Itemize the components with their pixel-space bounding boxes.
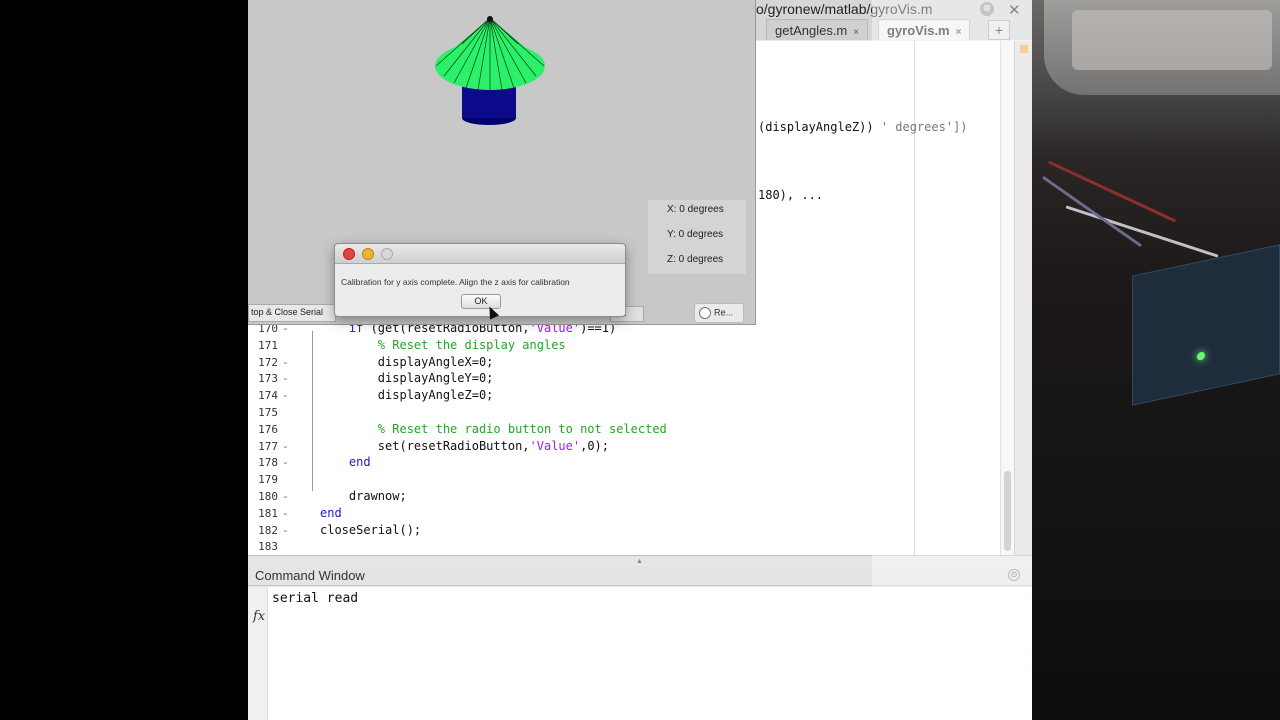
code-line: end [348,455,371,469]
stop-close-serial-button[interactable]: top & Close Serial [248,304,336,322]
line-number: 177 [258,440,278,453]
breakpoint-marker[interactable]: - [282,440,289,453]
z-angle-label: Z: 0 degrees [667,254,724,265]
code-fragment: 180), ... [758,188,824,202]
command-output: serial read [272,591,359,606]
line-number: 181 [258,507,278,520]
file-path: o/gyronew/matlab/gyroVis.m [756,1,933,17]
code-line: displayAngleZ=0; [320,388,494,402]
code-line: displayAngleX=0; [320,355,494,369]
command-window-header: Command Window ⊙ [248,566,1032,586]
breakpoint-marker[interactable]: - [282,456,289,469]
pane-divider[interactable]: ▲ [248,555,1032,565]
calibration-dialog: Calibration for y axis complete. Align t… [334,243,626,317]
arduino-board [1132,244,1280,406]
add-tab-button[interactable]: + [988,20,1010,40]
code-line: end [320,506,342,520]
line-number: 182 [258,524,278,537]
camera-video-feed [1032,0,1280,720]
breakpoint-marker[interactable]: - [282,507,289,520]
breakpoint-marker[interactable]: - [282,524,289,537]
breakpoint-marker[interactable]: - [282,490,289,503]
line-number: 171 [258,339,278,352]
editor-scrollbar[interactable] [1000,41,1014,555]
close-dot-icon[interactable] [343,248,355,260]
dialog-titlebar [335,244,625,264]
tab-label: getAngles.m [775,23,848,38]
line-number: 183 [258,540,278,553]
line-number: 173 [258,372,278,385]
breakpoint-marker[interactable]: - [282,356,289,369]
line-number: 178 [258,456,278,469]
laptop-lid-reflection [1072,10,1272,70]
code-fragment: (displayAngleZ)) ' degrees']) [758,120,968,134]
tab-label: gyroVis.m [887,23,950,38]
breakpoint-marker[interactable]: - [282,372,289,385]
tab-getangles[interactable]: getAngles.m × [766,19,869,40]
line-number: 172 [258,356,278,369]
purple-wire [1041,175,1143,248]
y-angle-label: Y: 0 degrees [667,229,724,240]
zoom-dot-icon[interactable] [381,248,393,260]
code-line: % Reset the radio button to not selected [320,422,667,436]
code-line: closeSerial(); [320,523,422,537]
editor-tabs: getAngles.m × gyroVis.m × + [758,19,1032,41]
window-close-icon[interactable]: ✕ [1008,1,1021,19]
line-number: 174 [258,389,278,402]
reset-radio-button[interactable]: Re... [694,303,744,323]
line-number: 176 [258,423,278,436]
warning-marker-icon[interactable] [1020,45,1028,53]
cone-tip [487,16,493,22]
code-line: drawnow; [320,489,407,503]
command-window-title: Command Window [255,568,365,583]
tab-close-icon[interactable]: × [853,27,859,38]
code-line: set(resetRadioButton,'Value',0); [320,439,609,453]
line-number: 175 [258,406,278,419]
tab-close-icon[interactable]: × [956,27,962,38]
scrollbar-thumb[interactable] [1004,471,1011,551]
radio-label: Re... [714,307,734,318]
x-angle-label: X: 0 degrees [667,204,724,215]
right-margin-line [914,41,915,555]
panel-menu-icon[interactable]: ⊙ [1008,569,1020,581]
editor-side-strip [1014,41,1032,555]
line-number: 180 [258,490,278,503]
radio-circle-icon[interactable] [699,307,711,319]
line-number: 179 [258,473,278,486]
dialog-message: Calibration for y axis complete. Align t… [341,277,570,287]
fx-icon[interactable]: fx [253,609,265,624]
command-window[interactable]: fx serial read [248,587,1032,720]
white-wire [1065,205,1219,258]
board-led [1197,351,1205,361]
path-close-icon[interactable]: ⊗ [980,2,994,16]
breakpoint-marker[interactable]: - [282,389,289,402]
code-line: displayAngleY=0; [320,371,494,385]
minimize-dot-icon[interactable] [362,248,374,260]
command-gutter: fx [248,587,268,720]
code-line: % Reset the display angles [320,338,566,352]
divider-grip-icon[interactable]: ▲ [636,558,643,565]
tab-gyrovis[interactable]: gyroVis.m × [878,19,971,40]
fold-line [312,331,313,491]
